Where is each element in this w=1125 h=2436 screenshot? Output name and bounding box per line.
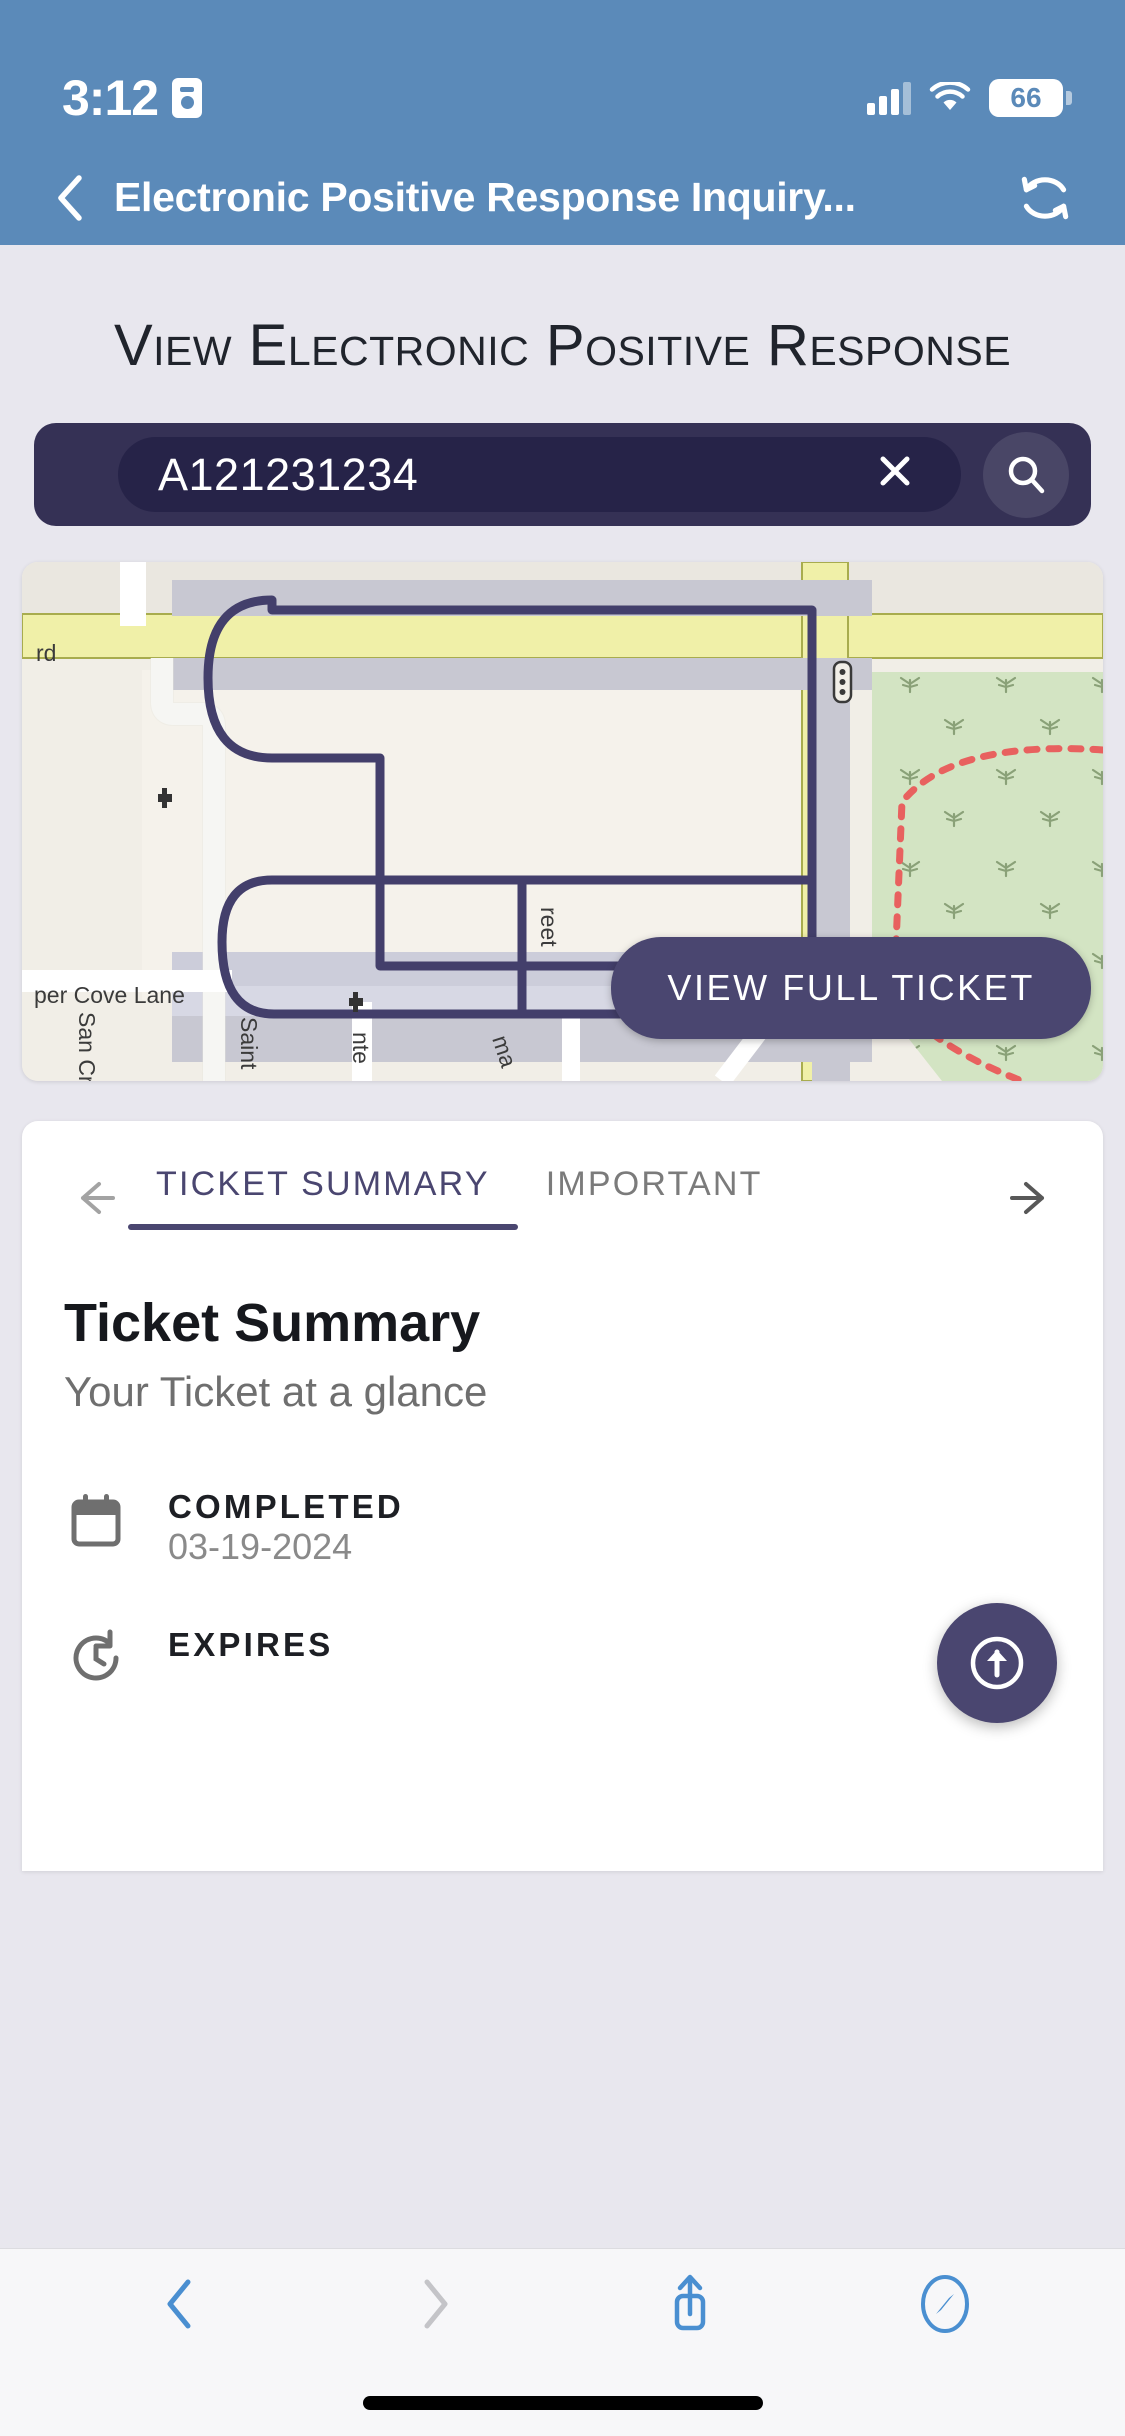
close-x-icon[interactable] bbox=[863, 449, 927, 500]
ticket-summary-card: TICKET SUMMARY IMPORTANT Ticket Summary … bbox=[22, 1121, 1103, 1871]
summary-row-value: 03-19-2024 bbox=[168, 1526, 353, 1567]
tab-important[interactable]: IMPORTANT bbox=[518, 1165, 791, 1230]
arrow-up-circle-icon bbox=[970, 1636, 1024, 1690]
tab-bar: TICKET SUMMARY IMPORTANT bbox=[22, 1121, 1103, 1230]
safari-compass-icon bbox=[921, 2275, 970, 2333]
search-field-wrapper[interactable]: A121231234 bbox=[118, 437, 961, 512]
ticket-map[interactable]: rd per Cove Lane San Cris Saint nte ma r… bbox=[22, 562, 1103, 1081]
ios-status-bar: 3:12 66 bbox=[0, 0, 1125, 150]
arrow-right-icon[interactable] bbox=[997, 1174, 1067, 1222]
tab-ticket-summary[interactable]: TICKET SUMMARY bbox=[128, 1165, 518, 1230]
battery-level-label: 66 bbox=[989, 79, 1072, 117]
map-street-label: San Cris bbox=[74, 1012, 100, 1081]
search-bar: A121231234 bbox=[34, 423, 1091, 526]
status-bar-clock: 3:12 bbox=[62, 70, 159, 126]
map-street-label: Saint bbox=[236, 1017, 262, 1070]
map-street-label: per Cove Lane bbox=[34, 982, 185, 1008]
refresh-sync-icon[interactable] bbox=[1005, 167, 1085, 229]
clock-refresh-icon bbox=[64, 1626, 128, 1690]
battery-indicator: 66 bbox=[989, 79, 1072, 117]
summary-row-completed: COMPLETED 03-19-2024 bbox=[64, 1488, 1103, 1568]
cellular-signal-icon bbox=[867, 81, 911, 115]
browser-back-button[interactable] bbox=[52, 2276, 307, 2332]
share-button[interactable] bbox=[563, 2272, 818, 2336]
calendar-icon bbox=[64, 1488, 128, 1552]
wifi-icon bbox=[929, 80, 971, 114]
share-icon bbox=[674, 2274, 706, 2331]
safari-tabs-button[interactable] bbox=[818, 2272, 1073, 2336]
scroll-to-top-button[interactable] bbox=[937, 1603, 1057, 1723]
search-icon bbox=[1008, 456, 1045, 493]
search-button[interactable] bbox=[983, 431, 1069, 518]
privacy-recording-icon bbox=[172, 78, 203, 118]
map-street-label: reet bbox=[536, 907, 562, 947]
map-street-label: rd bbox=[36, 640, 57, 666]
traffic-signal-icon bbox=[832, 660, 853, 704]
page-title-nav: Electronic Positive Response Inquiry... bbox=[114, 174, 856, 220]
card-heading: Ticket Summary bbox=[64, 1293, 481, 1353]
back-button[interactable] bbox=[40, 173, 102, 223]
view-full-ticket-button[interactable]: VIEW FULL TICKET bbox=[611, 937, 1091, 1039]
browser-toolbar bbox=[0, 2248, 1125, 2436]
map-street-label: nte bbox=[348, 1032, 374, 1064]
page-heading: View Electronic Positive Response bbox=[113, 313, 1012, 378]
summary-row-label: COMPLETED bbox=[168, 1488, 404, 1525]
page-content: View Electronic Positive Response A12123… bbox=[0, 245, 1125, 2248]
browser-forward-button[interactable] bbox=[307, 2276, 562, 2332]
summary-row-label: EXPIRES bbox=[168, 1626, 334, 1663]
app-nav-bar: Electronic Positive Response Inquiry... bbox=[0, 150, 1125, 245]
home-indicator bbox=[362, 2396, 763, 2410]
search-input[interactable]: A121231234 bbox=[158, 449, 418, 501]
status-bar-left: 3:12 bbox=[62, 69, 203, 127]
arrow-left-icon[interactable] bbox=[58, 1174, 128, 1222]
card-subheading: Your Ticket at a glance bbox=[64, 1368, 488, 1415]
status-bar-right: 66 bbox=[867, 79, 1072, 117]
